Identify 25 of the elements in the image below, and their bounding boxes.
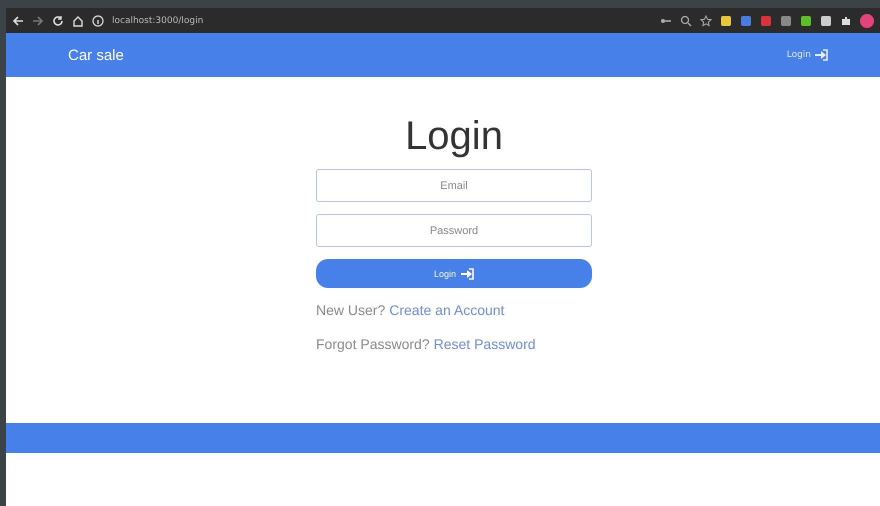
forward-arrow-icon[interactable] bbox=[32, 14, 44, 26]
info-icon[interactable] bbox=[92, 14, 104, 26]
search-icon[interactable] bbox=[680, 14, 692, 26]
star-icon[interactable] bbox=[700, 14, 712, 26]
brand-link[interactable]: Car sale bbox=[68, 46, 124, 64]
back-arrow-icon[interactable] bbox=[12, 14, 24, 26]
extension-icon[interactable] bbox=[820, 14, 832, 26]
email-field[interactable]: Email bbox=[316, 169, 592, 202]
page-title: Login bbox=[404, 113, 504, 159]
password-field[interactable]: Password bbox=[316, 214, 592, 247]
home-icon[interactable] bbox=[72, 14, 84, 26]
extension-icon[interactable] bbox=[780, 14, 792, 26]
login-link[interactable]: Login bbox=[786, 49, 828, 61]
prompt-text: Forgot Password? bbox=[316, 336, 430, 352]
login-button[interactable]: Login bbox=[316, 259, 592, 288]
sign-in-icon bbox=[460, 268, 474, 280]
prompt-text: New User? bbox=[316, 302, 386, 318]
extension-icon[interactable] bbox=[720, 14, 732, 26]
extension-icon[interactable] bbox=[800, 14, 812, 26]
text-link[interactable]: Reset Password bbox=[434, 336, 536, 352]
avatar-icon[interactable] bbox=[860, 14, 874, 28]
reload-icon[interactable] bbox=[52, 14, 64, 26]
sign-in-icon bbox=[814, 49, 828, 61]
address-bar-url[interactable]: localhost:3000/login bbox=[112, 16, 204, 26]
text-link[interactable]: Create an Account bbox=[389, 302, 504, 318]
